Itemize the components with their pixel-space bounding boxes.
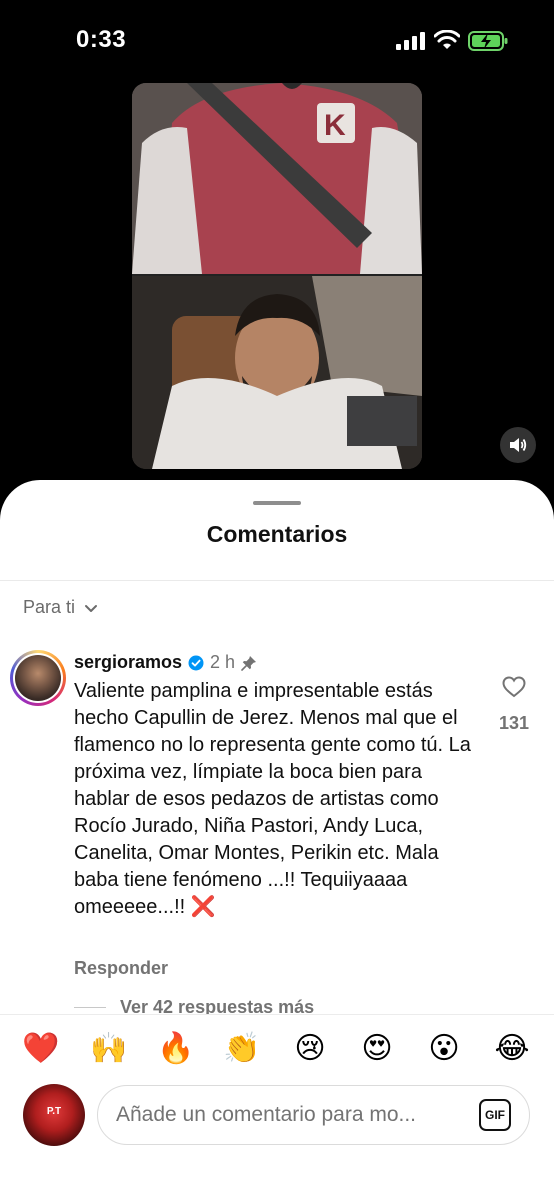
comment-username[interactable]: sergioramos: [74, 652, 182, 673]
battery-charging-icon: [468, 31, 508, 51]
emoji-fire-button[interactable]: 🔥: [156, 1029, 196, 1069]
user-avatar[interactable]: P.T: [23, 1084, 85, 1146]
verified-badge-icon: [188, 655, 204, 670]
wifi-icon: [434, 30, 460, 49]
chevron-down-icon: [85, 604, 98, 612]
status-bar: 0:33: [0, 0, 554, 80]
comment-input[interactable]: Añade un comentario para mo... GIF: [97, 1085, 530, 1145]
pin-icon: [241, 655, 257, 671]
like-count: 131: [498, 713, 530, 733]
sort-label: Para ti: [23, 597, 76, 617]
sheet-title: Comentarios: [206, 521, 348, 547]
drag-handle[interactable]: [253, 501, 301, 505]
replies-line: [74, 1007, 106, 1008]
gif-button[interactable]: GIF: [479, 1099, 511, 1131]
emoji-surprised-button[interactable]: 😮: [424, 1029, 464, 1069]
svg-text:K: K: [324, 109, 346, 142]
video-top-image: K: [132, 83, 422, 274]
status-time: 0:33: [76, 26, 127, 53]
sort-selector[interactable]: Para ti: [23, 597, 99, 618]
video-player[interactable]: K: [132, 83, 422, 469]
volume-button[interactable]: [500, 427, 536, 463]
video-top-feed: K: [132, 83, 422, 274]
user-avatar-text: P.T: [46, 1106, 62, 1117]
emoji-heart-button[interactable]: ❤️: [21, 1029, 61, 1069]
comment-input-placeholder: Añade un comentario para mo...: [116, 1103, 417, 1126]
emoji-raised-hands-button[interactable]: 🙌: [89, 1029, 129, 1069]
emoji-clap-button[interactable]: 👏: [222, 1029, 262, 1069]
commenter-avatar[interactable]: [10, 650, 66, 706]
comment-text: Valiente pamplina e impresentable estás …: [74, 680, 471, 918]
comment-header: sergioramos 2 h: [74, 652, 257, 673]
cross-mark-emoji: ❌: [190, 896, 216, 918]
emoji-bar: ❤️ 🙌 🔥 👏 😢 😍 😮 😂: [0, 1029, 554, 1069]
video-bottom-image: [132, 276, 422, 469]
bottom-panel: ❤️ 🙌 🔥 👏 😢 😍 😮 😂 P.T Añade un comentario…: [0, 1014, 554, 1200]
commenter-avatar-image: [15, 655, 61, 701]
heart-icon[interactable]: [502, 676, 526, 698]
video-bottom-feed: [132, 276, 422, 469]
divider: [0, 580, 554, 581]
reply-button[interactable]: Responder: [74, 958, 168, 979]
emoji-crying-button[interactable]: 😢: [290, 1029, 330, 1069]
cellular-signal-icon: [396, 32, 425, 50]
speaker-icon: [510, 438, 527, 452]
comment-time: 2 h: [210, 652, 236, 672]
emoji-heart-eyes-button[interactable]: 😍: [357, 1029, 397, 1069]
emoji-laughing-button[interactable]: 😂: [492, 1029, 532, 1069]
comment-body: Valiente pamplina e impresentable estás …: [74, 678, 474, 921]
